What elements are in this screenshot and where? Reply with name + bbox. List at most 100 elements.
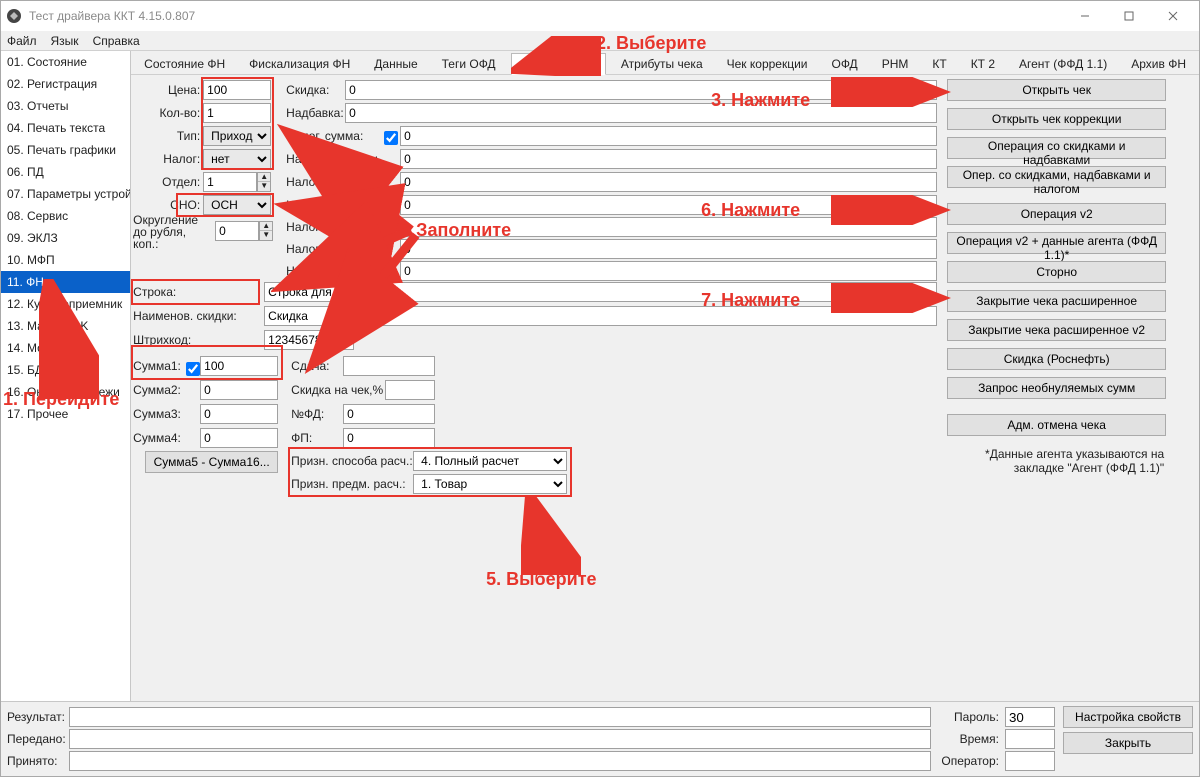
qty-input[interactable] bbox=[203, 103, 271, 123]
sum5-button[interactable]: Сумма5 - Сумма16... bbox=[145, 451, 278, 473]
close-ext-button[interactable]: Закрытие чека расширенное bbox=[947, 290, 1166, 312]
type-select[interactable]: Приход bbox=[203, 126, 271, 146]
nonnull-button[interactable]: Запрос необнуляемых сумм bbox=[947, 377, 1166, 399]
storno-button[interactable]: Сторно bbox=[947, 261, 1166, 283]
dept-input[interactable] bbox=[203, 172, 257, 192]
tab-1[interactable]: Фискализация ФН bbox=[240, 53, 359, 74]
tab-3[interactable]: Теги ОФД bbox=[433, 53, 505, 74]
line-input[interactable] bbox=[264, 282, 937, 302]
op-discounts-tax-button[interactable]: Опер. со скидками, надбавками и налогом bbox=[947, 166, 1166, 188]
nfd-input[interactable] bbox=[343, 404, 435, 424]
label-operator: Оператор: bbox=[939, 754, 999, 768]
sidebar-item-3[interactable]: 04. Печать текста bbox=[1, 117, 130, 139]
sidebar-item-16[interactable]: 17. Прочее bbox=[1, 403, 130, 425]
sum1-input[interactable] bbox=[200, 356, 278, 376]
label-sno: СНО: bbox=[154, 198, 200, 212]
tax-sum-checkbox[interactable] bbox=[384, 131, 398, 145]
close-app-button[interactable]: Закрыть bbox=[1063, 732, 1193, 754]
round-spinner[interactable]: ▲▼ bbox=[259, 221, 273, 241]
sidebar-item-9[interactable]: 10. МФП bbox=[1, 249, 130, 271]
chkdisc-input[interactable] bbox=[385, 380, 435, 400]
paymethod-select[interactable]: 4. Полный расчет bbox=[413, 451, 567, 471]
tab-6[interactable]: Чек коррекции bbox=[718, 53, 817, 74]
label-tax2: Налог 2, сумма : bbox=[286, 175, 381, 189]
tab-12[interactable]: Архив ФН bbox=[1122, 53, 1195, 74]
step5-text: 5. Выберите bbox=[486, 569, 596, 590]
open-check-button[interactable]: Открыть чек bbox=[947, 79, 1166, 101]
change-input[interactable] bbox=[343, 356, 435, 376]
paysubj-select[interactable]: 1. Товар bbox=[413, 474, 567, 494]
label-tax1: Налог 1, сумма : bbox=[286, 152, 381, 166]
sum4-input[interactable] bbox=[200, 428, 278, 448]
tab-5[interactable]: Атрибуты чека bbox=[612, 53, 712, 74]
minimize-button[interactable] bbox=[1063, 2, 1107, 30]
label-password: Пароль: bbox=[939, 710, 999, 724]
markup-input[interactable] bbox=[345, 103, 937, 123]
sidebar-item-7[interactable]: 08. Сервис bbox=[1, 205, 130, 227]
sum3-input[interactable] bbox=[200, 404, 278, 424]
close-button[interactable] bbox=[1151, 2, 1195, 30]
tab-2[interactable]: Данные bbox=[365, 53, 426, 74]
sidebar-item-6[interactable]: 07. Параметры устройства bbox=[1, 183, 130, 205]
tax2-input[interactable] bbox=[400, 172, 937, 192]
sidebar-item-1[interactable]: 02. Регистрация bbox=[1, 73, 130, 95]
sidebar-item-12[interactable]: 13. МаркPay-K bbox=[1, 315, 130, 337]
discname-input[interactable] bbox=[264, 306, 937, 326]
tax1-input[interactable] bbox=[400, 149, 937, 169]
sidebar-item-10[interactable]: 11. ФН bbox=[1, 271, 130, 293]
tab-11[interactable]: Агент (ФФД 1.1) bbox=[1010, 53, 1116, 74]
tab-8[interactable]: РНМ bbox=[873, 53, 918, 74]
tab-9[interactable]: КТ bbox=[923, 53, 955, 74]
menu-help[interactable]: Справка bbox=[93, 34, 140, 48]
label-paymethod: Призн. способа расч.: bbox=[291, 454, 413, 468]
menu-file[interactable]: Файл bbox=[7, 34, 37, 48]
tab-0[interactable]: Состояние ФН bbox=[135, 53, 234, 74]
tax-select[interactable]: нет bbox=[203, 149, 271, 169]
dept-spinner[interactable]: ▲▼ bbox=[257, 172, 271, 192]
label-sent: Передано: bbox=[7, 732, 69, 746]
sidebar-item-4[interactable]: 05. Печать графики bbox=[1, 139, 130, 161]
close-ext-v2-button[interactable]: Закрытие чека расширенное v2 bbox=[947, 319, 1166, 341]
sidebar-item-14[interactable]: 15. БД чеков bbox=[1, 359, 130, 381]
sidebar-item-13[interactable]: 14. Модем bbox=[1, 337, 130, 359]
maximize-button[interactable] bbox=[1107, 2, 1151, 30]
label-tax: Налог: bbox=[154, 152, 200, 166]
tax-sum-input[interactable] bbox=[400, 126, 937, 146]
round-input[interactable] bbox=[215, 221, 259, 241]
sno-select[interactable]: ОСН bbox=[203, 195, 271, 215]
sum1-checkbox[interactable] bbox=[186, 362, 200, 376]
sidebar-item-11[interactable]: 12. Купюроприемник bbox=[1, 293, 130, 315]
tab-10[interactable]: КТ 2 bbox=[962, 53, 1004, 74]
operator-input[interactable] bbox=[1005, 751, 1055, 771]
discount-input[interactable] bbox=[345, 80, 937, 100]
password-input[interactable] bbox=[1005, 707, 1055, 727]
op-v2-agent-button[interactable]: Операция v2 + данные агента (ФФД 1.1)* bbox=[947, 232, 1166, 254]
barcode-input[interactable] bbox=[264, 330, 354, 350]
tax4-input[interactable] bbox=[400, 217, 937, 237]
tab-7[interactable]: ОФД bbox=[823, 53, 867, 74]
adm-cancel-button[interactable]: Адм. отмена чека bbox=[947, 414, 1166, 436]
time-input[interactable] bbox=[1005, 729, 1055, 749]
sidebar-item-2[interactable]: 03. Отчеты bbox=[1, 95, 130, 117]
tax5-input[interactable] bbox=[400, 239, 937, 259]
open-corr-check-button[interactable]: Открыть чек коррекции bbox=[947, 108, 1166, 130]
price-input[interactable] bbox=[203, 80, 271, 100]
sidebar-item-5[interactable]: 06. ПД bbox=[1, 161, 130, 183]
fp-input[interactable] bbox=[343, 428, 435, 448]
op-v2-button[interactable]: Операция v2 bbox=[947, 203, 1166, 225]
menu-language[interactable]: Язык bbox=[51, 34, 79, 48]
label-time: Время: bbox=[939, 732, 999, 746]
sidebar-item-0[interactable]: 01. Состояние bbox=[1, 51, 130, 73]
sum2-input[interactable] bbox=[200, 380, 278, 400]
label-chkdisc: Скидка на чек,% bbox=[291, 383, 383, 397]
tab-4[interactable]: Операции ФН bbox=[511, 53, 606, 75]
op-discounts-button[interactable]: Операция со скидками и надбавками bbox=[947, 137, 1166, 159]
label-dept: Отдел: bbox=[154, 175, 200, 189]
sidebar-item-8[interactable]: 09. ЭКЛЗ bbox=[1, 227, 130, 249]
props-button[interactable]: Настройка свойств bbox=[1063, 706, 1193, 728]
sidebar-item-15[interactable]: 16. Онлайн платежи bbox=[1, 381, 130, 403]
tax3-input[interactable] bbox=[400, 195, 937, 215]
rosneft-button[interactable]: Скидка (Роснефть) bbox=[947, 348, 1166, 370]
label-tax3: Налог 3, сумма : bbox=[286, 198, 381, 212]
tax6-input[interactable] bbox=[400, 261, 937, 281]
